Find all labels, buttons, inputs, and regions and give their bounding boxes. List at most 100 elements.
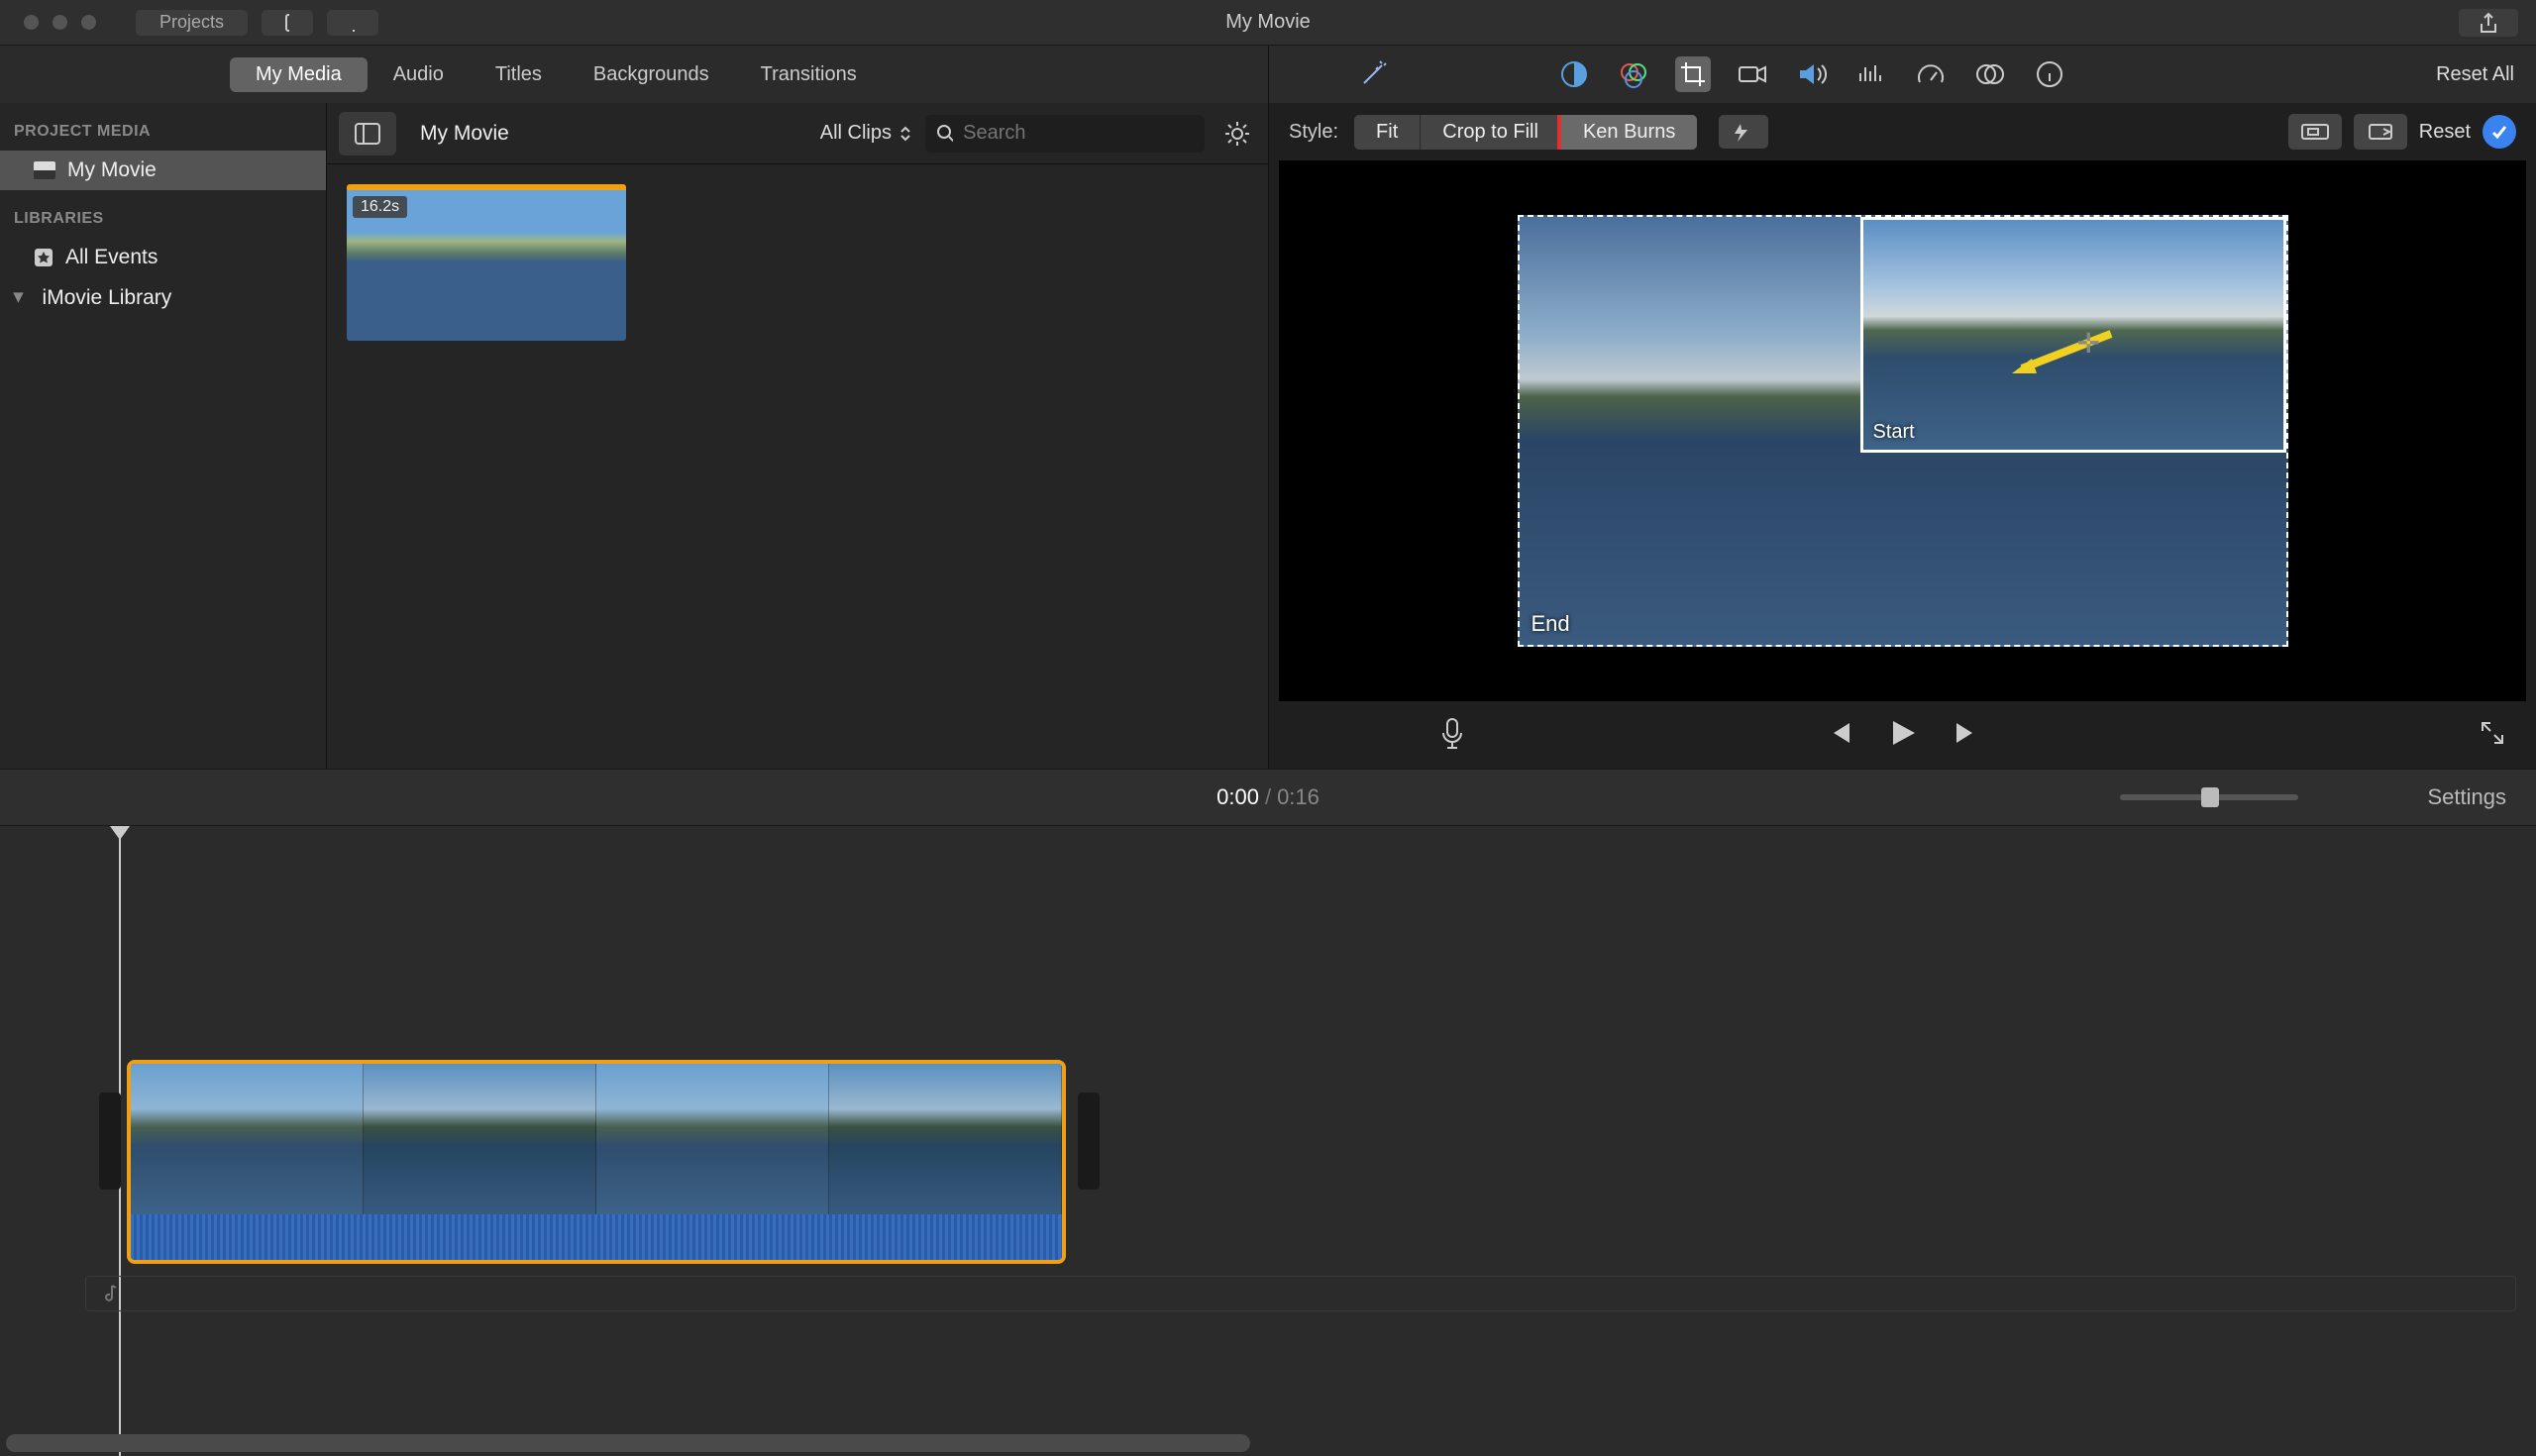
style-ken-burns-button[interactable]: Ken Burns [1561,115,1697,150]
start-frame-label: Start [1873,421,1915,444]
info-icon [2036,60,2063,88]
clip-audio-waveform[interactable] [131,1214,1062,1260]
search-input[interactable] [925,115,1205,153]
end-frame-label: End [1532,611,1570,637]
library-sidebar: PROJECT MEDIA My Movie LIBRARIES All Eve… [0,103,327,769]
gear-icon [1223,120,1251,148]
clips-filter-dropdown[interactable]: All Clips [820,122,911,145]
filters-button[interactable] [1972,56,2008,92]
swap-start-end-button[interactable] [2288,114,2342,150]
reset-all-button[interactable]: Reset All [2436,63,2514,86]
play-icon [1887,717,1919,749]
resize-handle-tl[interactable] [1860,217,1878,235]
clip-video-frames [131,1064,1062,1214]
sidebar-item-imovie-library[interactable]: iMovie Library [0,277,326,318]
tab-my-media[interactable]: My Media [230,57,368,92]
window-title: My Movie [1225,11,1311,34]
timeline-clip[interactable] [127,1060,1066,1264]
tab-audio[interactable]: Audio [368,57,470,92]
search-field[interactable] [963,122,1193,145]
crosshair-cursor-icon: ✛ [2077,327,2100,360]
media-tabs: My Media Audio Titles Backgrounds Transi… [0,46,1269,103]
minimize-icon[interactable] [53,15,67,30]
tab-titles[interactable]: Titles [470,57,568,92]
secondary-toolbar: My Media Audio Titles Backgrounds Transi… [0,46,2536,103]
up-down-chevron-icon [899,125,911,143]
music-note-icon [100,1283,118,1304]
zoom-icon[interactable] [81,15,96,30]
speedometer-icon [1916,60,1946,88]
timeline[interactable] [0,826,2536,1456]
project-media-header: PROJECT MEDIA [0,103,326,151]
apply-crop-button[interactable] [2483,115,2516,149]
crop-button[interactable] [1675,56,1711,92]
resize-handle-br[interactable] [2269,435,2286,453]
browser-breadcrumb[interactable]: My Movie [420,122,509,146]
sidebar-item-label: All Events [65,246,158,269]
rotate-icon [2366,121,2395,143]
enhance-button[interactable] [1358,55,1392,94]
clip-frame-thumb [829,1064,1062,1214]
timeline-zoom-slider[interactable] [2120,794,2298,800]
star-icon [34,248,53,267]
transport-controls [1269,701,2536,769]
total-duration: 0:16 [1277,784,1320,809]
stabilization-button[interactable] [1735,56,1770,92]
clip-frame-thumb [596,1064,829,1214]
preview-canvas[interactable]: End ✛ Start [1279,160,2526,701]
clip-trim-handle-right[interactable] [1078,1092,1100,1190]
resize-handle-tr[interactable] [2269,217,2286,235]
color-correction-button[interactable] [1616,56,1651,92]
titlebar: Projects My Movie [0,0,2536,46]
info-button[interactable] [2032,56,2067,92]
time-display: 0:00/0:16 [1216,784,1320,810]
timeline-horizontal-scrollbar[interactable] [6,1434,1250,1452]
clip-frame-thumb [131,1064,364,1214]
sidebar-item-all-events[interactable]: All Events [0,238,326,277]
style-crop-to-fill-button[interactable]: Crop to Fill [1421,115,1561,150]
speed-button[interactable] [1913,56,1949,92]
share-button[interactable] [2459,9,2518,37]
browser-header: My Movie All Clips [327,103,1268,164]
color-balance-icon [1559,59,1589,89]
tab-transitions[interactable]: Transitions [735,57,883,92]
fullscreen-button[interactable] [2479,719,2506,752]
previous-button[interactable] [1826,719,1853,752]
ken-burns-start-frame[interactable]: ✛ Start [1860,217,2286,453]
voiceover-button[interactable] [1439,717,1465,754]
noise-eq-button[interactable] [1853,56,1889,92]
share-icon [2479,12,2498,34]
play-button[interactable] [1887,717,1919,754]
overlapping-circles-icon [1975,60,2005,88]
speaker-icon [1797,60,1827,88]
magic-wand-icon [1358,55,1392,89]
window-traffic-lights[interactable] [24,15,96,30]
timeline-settings-button[interactable]: Settings [2428,784,2507,810]
rotate-button[interactable] [2354,114,2407,150]
reset-crop-button[interactable]: Reset [2419,121,2471,144]
viewer-panel: Style: Fit Crop to Fill Ken Burns Reset … [1269,103,2536,769]
auto-crop-button[interactable] [1719,115,1768,149]
projects-button[interactable]: Projects [136,10,248,36]
media-import-button[interactable] [262,10,313,36]
background-music-track[interactable] [85,1276,2516,1311]
search-icon [937,125,953,143]
tab-backgrounds[interactable]: Backgrounds [568,57,735,92]
color-wheel-icon [1619,59,1648,89]
color-balance-button[interactable] [1556,56,1592,92]
rectangle-swap-icon [2300,121,2330,143]
skip-forward-icon [1953,719,1980,747]
clip-trim-handle-left[interactable] [99,1092,121,1190]
style-fit-button[interactable]: Fit [1354,115,1421,150]
next-button[interactable] [1953,719,1980,752]
sidebar-item-my-movie[interactable]: My Movie [0,151,326,190]
clip-thumbnail[interactable]: 16.2s [347,184,626,341]
close-icon[interactable] [24,15,39,30]
browser-settings-button[interactable] [1218,115,1256,153]
ken-burns-end-frame[interactable]: End ✛ Start [1518,215,2288,647]
crop-style-row: Style: Fit Crop to Fill Ken Burns Reset [1269,103,2536,160]
download-button[interactable] [327,10,378,36]
zoom-slider-thumb[interactable] [2201,787,2219,807]
volume-button[interactable] [1794,56,1830,92]
browser-layout-toggle[interactable] [339,112,396,156]
